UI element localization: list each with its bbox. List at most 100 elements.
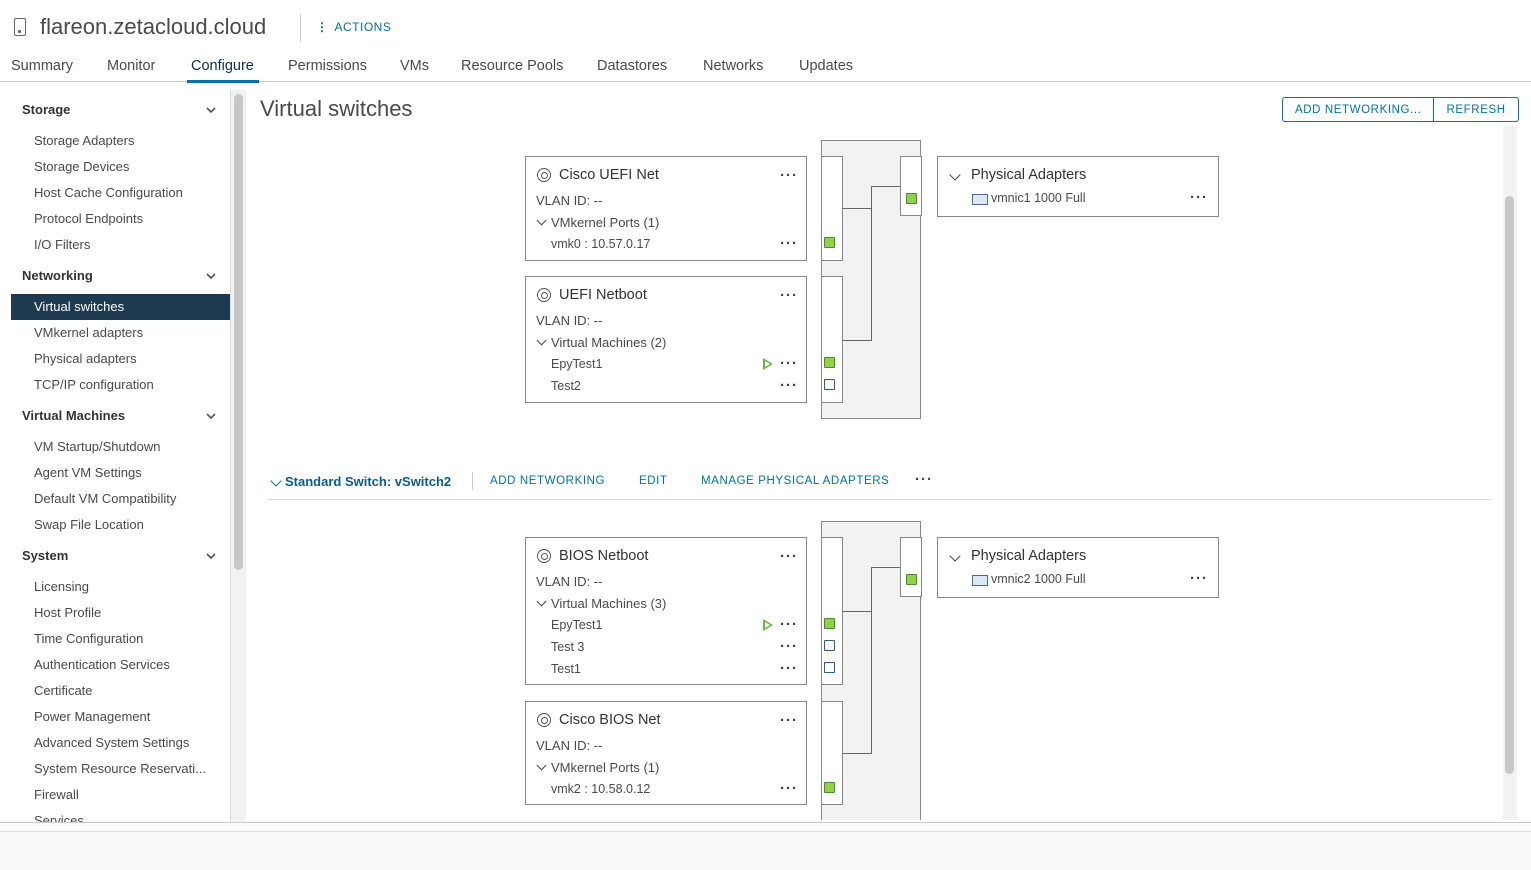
more-horizontal-icon[interactable]: ···: [780, 236, 798, 251]
chevron-down-icon[interactable]: [270, 475, 282, 487]
sidebar-item-authentication-services[interactable]: Authentication Services: [34, 657, 170, 672]
nic-label[interactable]: vmnic1 1000 Full: [991, 191, 1086, 205]
uplink-port[interactable]: [906, 574, 917, 585]
sidebar-item-vm-startup[interactable]: VM Startup/Shutdown: [34, 439, 160, 454]
vm-label[interactable]: EpyTest1: [551, 357, 602, 371]
tab-resource-pools[interactable]: Resource Pools: [461, 58, 563, 74]
tab-vms[interactable]: VMs: [400, 58, 429, 74]
refresh-button[interactable]: REFRESH: [1433, 98, 1517, 121]
sidebar-scrollbar-thumb[interactable]: [234, 94, 243, 570]
sidebar-scrollbar[interactable]: [230, 90, 246, 822]
more-horizontal-icon[interactable]: ···: [780, 356, 798, 371]
more-horizontal-icon[interactable]: ···: [780, 378, 798, 393]
sidebar-item-certificate[interactable]: Certificate: [34, 683, 93, 698]
vm-port-disconnected[interactable]: [824, 662, 835, 673]
sidebar-item-default-vm-compatibility[interactable]: Default VM Compatibility: [34, 491, 176, 506]
sidebar-item-physical-adapters[interactable]: Physical adapters: [34, 351, 137, 366]
section-toggle[interactable]: Virtual Machines (2): [536, 335, 666, 350]
vm-label[interactable]: EpyTest1: [551, 618, 602, 632]
sidebar-item-virtual-switches[interactable]: Virtual switches: [34, 299, 124, 314]
chevron-down-icon[interactable]: [206, 105, 216, 115]
actions-label: ACTIONS: [334, 20, 392, 34]
sidebar-item-io-filters[interactable]: I/O Filters: [34, 237, 90, 252]
actions-menu-button[interactable]: ⋮ ACTIONS: [316, 20, 391, 34]
vm-port-disconnected[interactable]: [824, 379, 835, 390]
more-horizontal-icon[interactable]: ···: [780, 661, 798, 676]
nic-label[interactable]: vmnic2 1000 Full: [991, 572, 1086, 586]
main-scrollbar[interactable]: [1503, 126, 1517, 820]
sidebar-group-storage[interactable]: Storage: [22, 102, 70, 117]
manage-physical-adapters-link[interactable]: MANAGE PHYSICAL ADAPTERS: [701, 475, 889, 487]
port-group-name: BIOS Netboot: [559, 548, 649, 564]
vm-label[interactable]: Test 3: [551, 640, 584, 654]
sidebar-item-protocol-endpoints[interactable]: Protocol Endpoints: [34, 211, 143, 226]
sidebar-item-agent-vm-settings[interactable]: Agent VM Settings: [34, 465, 142, 480]
tab-datastores[interactable]: Datastores: [597, 58, 667, 74]
vmkernel-port[interactable]: [824, 782, 835, 793]
sidebar-item-advanced-system-settings[interactable]: Advanced System Settings: [34, 735, 189, 750]
switch-name[interactable]: Standard Switch: vSwitch2: [285, 474, 451, 489]
section-toggle[interactable]: VMkernel Ports (1): [536, 215, 659, 230]
chevron-down-icon[interactable]: [206, 551, 216, 561]
sidebar-group-networking[interactable]: Networking: [22, 268, 93, 283]
port-group-card[interactable]: BIOS Netboot ··· VLAN ID: -- Virtual Mac…: [525, 537, 807, 685]
tab-updates[interactable]: Updates: [799, 58, 853, 74]
chevron-down-icon[interactable]: [949, 550, 961, 562]
more-horizontal-icon[interactable]: ···: [780, 639, 798, 654]
sidebar-item-power-management[interactable]: Power Management: [34, 709, 150, 724]
edit-link[interactable]: EDIT: [639, 475, 668, 487]
more-horizontal-icon[interactable]: ···: [780, 288, 798, 303]
more-horizontal-icon[interactable]: ···: [780, 617, 798, 632]
vm-label[interactable]: Test1: [551, 662, 581, 676]
sidebar-item-storage-devices[interactable]: Storage Devices: [34, 159, 129, 174]
sidebar-item-host-cache[interactable]: Host Cache Configuration: [34, 185, 183, 200]
port-group-card[interactable]: Cisco UEFI Net ··· VLAN ID: -- VMkernel …: [525, 156, 807, 261]
add-networking-link[interactable]: ADD NETWORKING: [490, 475, 605, 487]
vmkernel-port[interactable]: [824, 237, 835, 248]
tab-summary[interactable]: Summary: [11, 58, 73, 74]
connector-line: [871, 186, 900, 187]
more-horizontal-icon[interactable]: ···: [1190, 571, 1208, 586]
more-horizontal-icon[interactable]: ···: [780, 713, 798, 728]
sidebar-item-vmkernel-adapters[interactable]: VMkernel adapters: [34, 325, 143, 340]
switch-header: Standard Switch: vSwitch2 ADD NETWORKING…: [267, 472, 1491, 500]
sidebar-group-virtual-machines[interactable]: Virtual Machines: [22, 408, 125, 423]
vmkernel-port-label: vmk2 : 10.58.0.12: [551, 782, 651, 796]
more-horizontal-icon[interactable]: ···: [780, 168, 798, 183]
sidebar-group-system[interactable]: System: [22, 548, 68, 563]
uplink-port[interactable]: [906, 193, 917, 204]
vm-label[interactable]: Test2: [551, 379, 581, 393]
main-scrollbar-thumb[interactable]: [1505, 196, 1514, 774]
more-horizontal-icon[interactable]: ···: [780, 781, 798, 796]
sidebar-item-system-resource-reservation[interactable]: System Resource Reservati...: [34, 761, 206, 776]
sidebar-item-firewall[interactable]: Firewall: [34, 787, 79, 802]
more-horizontal-icon[interactable]: ···: [780, 549, 798, 564]
sidebar-item-licensing[interactable]: Licensing: [34, 579, 89, 594]
more-horizontal-icon[interactable]: ···: [1190, 190, 1208, 205]
section-toggle[interactable]: VMkernel Ports (1): [536, 760, 659, 775]
tab-monitor[interactable]: Monitor: [107, 58, 155, 74]
sidebar-item-swap-file-location[interactable]: Swap File Location: [34, 517, 144, 532]
tab-networks[interactable]: Networks: [703, 58, 763, 74]
sidebar-item-services[interactable]: Services: [34, 813, 84, 822]
section-toggle[interactable]: Virtual Machines (3): [536, 596, 666, 611]
vm-port-connected[interactable]: [824, 357, 835, 368]
tab-configure[interactable]: Configure: [191, 58, 254, 74]
more-horizontal-icon[interactable]: ···: [915, 472, 933, 487]
sidebar-item-storage-adapters[interactable]: Storage Adapters: [34, 133, 134, 148]
port-group-card[interactable]: UEFI Netboot ··· VLAN ID: -- Virtual Mac…: [525, 276, 807, 403]
sidebar-item-time-configuration[interactable]: Time Configuration: [34, 631, 143, 646]
add-networking-button[interactable]: ADD NETWORKING...: [1283, 98, 1433, 121]
vm-port-connected[interactable]: [824, 618, 835, 629]
chevron-down-icon[interactable]: [949, 169, 961, 181]
chevron-down-icon[interactable]: [206, 271, 216, 281]
sidebar-item-host-profile[interactable]: Host Profile: [34, 605, 101, 620]
connector-line: [871, 567, 900, 568]
sidebar-item-tcpip-configuration[interactable]: TCP/IP configuration: [34, 377, 154, 392]
tab-permissions[interactable]: Permissions: [288, 58, 367, 74]
chevron-down-icon[interactable]: [206, 411, 216, 421]
vm-port-disconnected[interactable]: [824, 640, 835, 651]
port-group-card[interactable]: Cisco BIOS Net ··· VLAN ID: -- VMkernel …: [525, 701, 807, 805]
connector-line: [843, 611, 872, 612]
bottom-panel: [0, 822, 1531, 870]
